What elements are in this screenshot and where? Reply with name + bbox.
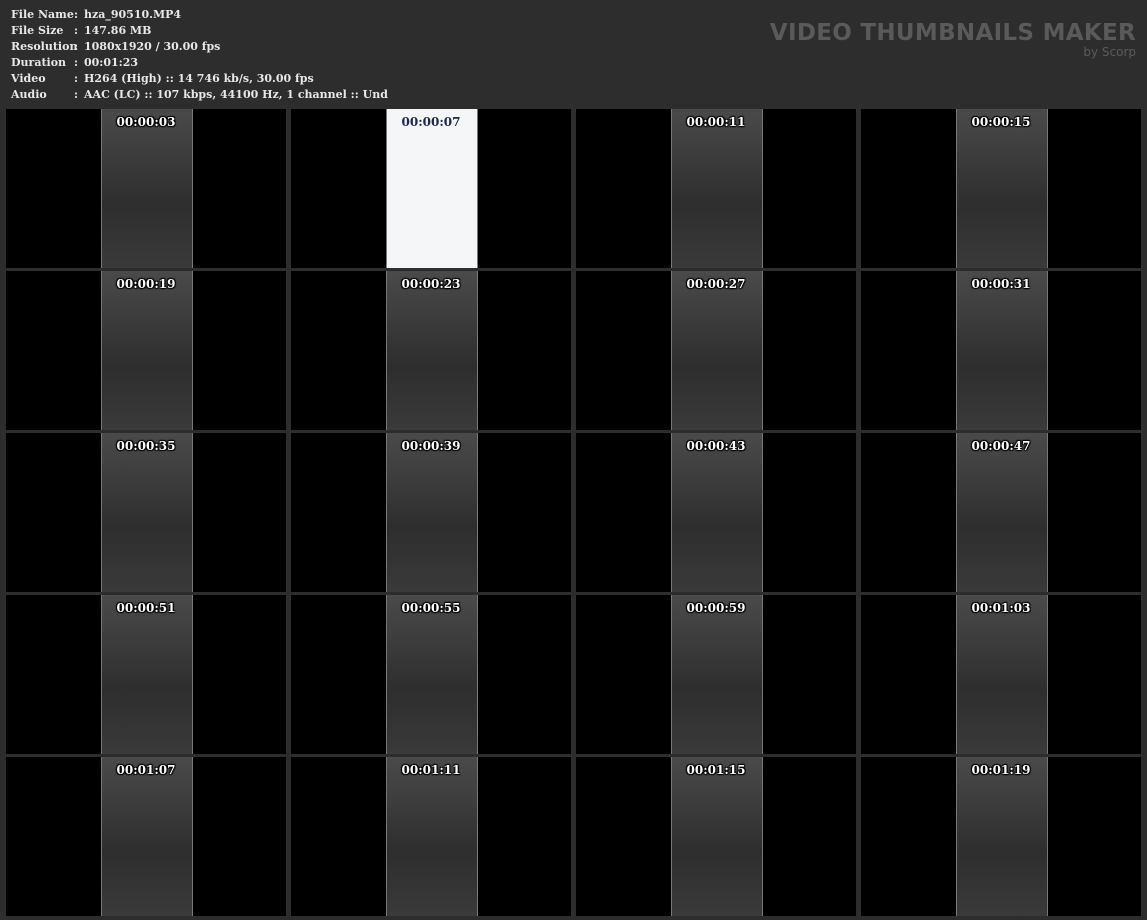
info-key: Video	[11, 72, 46, 85]
thumbnail: 00:00:11	[576, 109, 856, 268]
thumbnail-timestamp: 00:00:43	[686, 439, 746, 453]
thumbnail: 00:00:51	[6, 595, 286, 754]
info-separator: :	[74, 72, 79, 85]
file-info: File Name: hza_90510.MP4 File Size:147.86 …	[11, 7, 388, 103]
info-row: Resolution:1080x1920 / 30.00 fps	[11, 39, 388, 55]
thumbnail-grid: 00:00:03 00:00:07 00:00:11 00:00:15 00:00:19…	[6, 109, 1141, 916]
thumbnail-frame	[101, 595, 193, 754]
thumbnail: 00:00:03	[6, 109, 286, 268]
info-separator: :	[74, 8, 79, 21]
thumbnail-frame	[956, 433, 1048, 592]
info-key: File Name	[11, 8, 74, 21]
thumbnail: 00:01:11	[291, 757, 571, 916]
thumbnail-frame	[671, 595, 763, 754]
thumbnail-timestamp: 00:00:39	[401, 439, 461, 453]
thumbnail: 00:00:35	[6, 433, 286, 592]
info-value: 1080x1920 / 30.00 fps	[84, 40, 221, 53]
thumbnail-timestamp: 00:00:55	[401, 601, 461, 615]
thumbnail-timestamp: 00:00:47	[971, 439, 1031, 453]
brand-subtitle: by Scorp	[1083, 45, 1136, 59]
thumbnail-timestamp: 00:00:19	[116, 277, 176, 291]
thumbnail-frame	[956, 109, 1048, 268]
thumbnail: 00:01:03	[861, 595, 1141, 754]
thumbnail-timestamp: 00:00:11	[686, 115, 746, 129]
thumbnail-frame	[956, 271, 1048, 430]
thumbnail: 00:01:07	[6, 757, 286, 916]
thumbnail-frame	[101, 109, 193, 268]
info-separator: :	[74, 40, 79, 53]
thumbnail-frame	[386, 271, 478, 430]
brand-logo: VIDEO THUMBNAILS MAKER by Scorp	[770, 20, 1136, 58]
info-value: 00:01:23	[84, 56, 139, 69]
thumbnail: 00:00:27	[576, 271, 856, 430]
thumbnail: 00:01:15	[576, 757, 856, 916]
info-row: Video: H264 (High) :: 14 746 kb/s, 30.00 …	[11, 71, 388, 87]
thumbnail-frame	[386, 109, 478, 268]
thumbnail-timestamp: 00:00:51	[116, 601, 176, 615]
thumbnail: 00:00:15	[861, 109, 1141, 268]
thumbnail: 00:00:39	[291, 433, 571, 592]
thumbnail-timestamp: 00:01:11	[401, 763, 461, 777]
thumbnail-frame	[671, 757, 763, 916]
info-key: Duration	[11, 56, 67, 69]
info-key: Audio	[11, 88, 47, 101]
info-separator: :	[74, 88, 79, 101]
info-key: Resolution	[11, 40, 78, 53]
thumbnail-timestamp: 00:01:03	[971, 601, 1031, 615]
thumbnail-timestamp: 00:00:27	[686, 277, 746, 291]
thumbnail: 00:00:23	[291, 271, 571, 430]
thumbnail: 00:00:43	[576, 433, 856, 592]
thumbnail-timestamp: 00:00:03	[116, 115, 176, 129]
thumbnail: 00:01:19	[861, 757, 1141, 916]
info-row: File Name: hza_90510.MP4	[11, 7, 388, 23]
thumbnail-timestamp: 00:00:07	[401, 115, 461, 129]
thumbnail-frame	[956, 757, 1048, 916]
thumbnail-timestamp: 00:01:07	[116, 763, 176, 777]
thumbnail-frame	[671, 271, 763, 430]
info-separator: :	[74, 24, 79, 37]
info-value: hza_90510.MP4	[84, 8, 182, 21]
thumbnail: 00:00:19	[6, 271, 286, 430]
thumbnail-frame	[386, 433, 478, 592]
thumbnail-timestamp: 00:00:15	[971, 115, 1031, 129]
thumbnail-frame	[386, 757, 478, 916]
thumbnail-frame	[101, 271, 193, 430]
thumbnail-timestamp: 00:01:15	[686, 763, 746, 777]
info-row: Audio: AAC (LC) :: 107 kbps, 44100 Hz, 1 …	[11, 87, 388, 103]
thumbnail: 00:00:47	[861, 433, 1141, 592]
thumbnail-frame	[671, 433, 763, 592]
thumbnail: 00:00:07	[291, 109, 571, 268]
thumbnail-timestamp: 00:00:23	[401, 277, 461, 291]
thumbnail-frame	[101, 757, 193, 916]
info-separator: :	[74, 56, 79, 69]
info-value: AAC (LC) :: 107 kbps, 44100 Hz, 1 channe…	[84, 88, 388, 101]
thumbnail-timestamp: 00:01:19	[971, 763, 1031, 777]
thumbnail-frame	[671, 109, 763, 268]
thumbnail-frame	[386, 595, 478, 754]
thumbnail: 00:00:31	[861, 271, 1141, 430]
thumbnail-timestamp: 00:00:35	[116, 439, 176, 453]
thumbnail-timestamp: 00:00:31	[971, 277, 1031, 291]
thumbnail: 00:00:59	[576, 595, 856, 754]
info-row: Duration:00:01:23	[11, 55, 388, 71]
info-value: H264 (High) :: 14 746 kb/s, 30.00 fps	[84, 72, 314, 85]
info-value: 147.86 MB	[84, 24, 152, 37]
info-row: File Size:147.86 MB	[11, 23, 388, 39]
thumbnail-frame	[101, 433, 193, 592]
thumbnail-timestamp: 00:00:59	[686, 601, 746, 615]
info-key: File Size	[11, 24, 64, 37]
thumbnail: 00:00:55	[291, 595, 571, 754]
brand-title: VIDEO THUMBNAILS MAKER	[769, 20, 1136, 46]
thumbnail-frame	[956, 595, 1048, 754]
